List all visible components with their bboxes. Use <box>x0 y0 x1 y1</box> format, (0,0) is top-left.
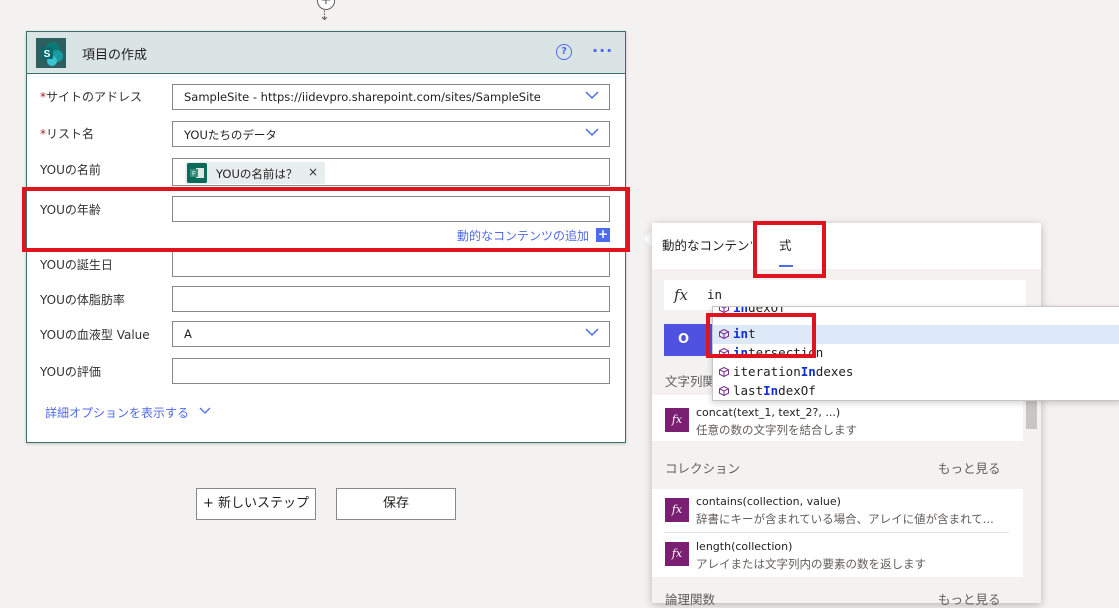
birthday-label: YOUの誕生日 <box>40 258 113 272</box>
highlight-box <box>753 221 826 278</box>
new-step-button[interactable]: + 新しいステップ <box>196 488 316 520</box>
list-name-label: *リスト名 <box>40 125 94 142</box>
function-cube-icon <box>719 367 729 377</box>
scrollbar[interactable] <box>1023 393 1041 603</box>
autocomplete-text: lastIndexOf <box>733 383 816 398</box>
category-title-string: 文字列関 <box>665 374 716 389</box>
function-icon: fx <box>665 498 689 522</box>
category-title-collection: コレクション <box>665 461 741 476</box>
chevron-down-icon[interactable] <box>585 88 599 102</box>
site-address-label-text: サイトのアドレス <box>46 90 143 104</box>
chevron-down-icon[interactable] <box>585 125 599 139</box>
list-name-value: YOUたちのデータ <box>184 128 277 142</box>
arrow-down-icon: ⇣ <box>319 9 330 24</box>
site-address-label: *サイトのアドレス <box>40 88 142 105</box>
body-fat-input[interactable] <box>172 286 610 312</box>
birthday-input[interactable] <box>172 251 610 277</box>
highlight-box <box>22 187 630 252</box>
token-label: YOUの名前は？ <box>216 167 298 181</box>
rating-label: YOUの評価 <box>40 365 101 379</box>
chevron-down-icon[interactable] <box>199 405 211 417</box>
sharepoint-icon: S <box>36 38 66 68</box>
expression-text: in <box>707 287 723 302</box>
fx-icon: fx <box>674 286 689 304</box>
function-item[interactable]: fx concat(text_1, text_2?, ...) 任意の数の文字列… <box>652 395 1023 441</box>
body-fat-label: YOUの体脂肪率 <box>40 293 125 307</box>
function-description: 任意の数の文字列を結合します <box>696 423 857 437</box>
list-name-label-text: リスト名 <box>46 127 95 141</box>
rating-input[interactable] <box>172 358 610 384</box>
function-icon: fx <box>665 542 689 566</box>
chevron-down-icon[interactable] <box>585 325 599 339</box>
highlight-box <box>706 313 816 358</box>
blood-type-label: YOUの血液型 Value <box>40 328 150 342</box>
function-name[interactable]: contains(collection, value) <box>696 495 841 508</box>
see-more-link[interactable]: もっと見る <box>938 589 1001 608</box>
save-button[interactable]: 保存 <box>336 488 456 520</box>
list-name-dropdown[interactable]: YOUたちのデータ <box>172 121 610 147</box>
site-address-value: SampleSite - https://iidevpro.sharepoint… <box>184 90 541 104</box>
divider <box>664 532 1009 533</box>
category-title-logic: 論理関数 <box>665 592 716 607</box>
function-icon: fx <box>665 408 689 432</box>
autocomplete-text: iterationIndexes <box>733 364 854 379</box>
function-description: 辞書にキーが含まれている場合、アレイに値が含まれて... <box>696 512 994 526</box>
close-icon[interactable]: × <box>308 165 318 179</box>
dynamic-token[interactable]: F YOUの名前は？ × <box>185 162 325 184</box>
card-title: 項目の作成 <box>82 48 148 63</box>
card-header[interactable]: S 項目の作成 ? ··· <box>27 32 625 74</box>
show-advanced-options-link[interactable]: 詳細オプションを表示する <box>45 404 189 421</box>
tab-dynamic-content[interactable]: 動的なコンテンツ <box>662 235 752 254</box>
more-options-icon[interactable]: ··· <box>592 41 613 60</box>
dynamic-content-flyout: 動的なコンテンツ 式 fx in O 文字列関 fx concat(text_1… <box>652 223 1041 607</box>
help-icon[interactable]: ? <box>556 44 572 60</box>
name-input[interactable]: F YOUの名前は？ × <box>172 158 610 186</box>
autocomplete-item[interactable]: lastIndexOf <box>713 382 1119 400</box>
function-list: fx contains(collection, value) 辞書にキーが含まれ… <box>652 489 1023 577</box>
site-address-dropdown[interactable]: SampleSite - https://iidevpro.sharepoint… <box>172 84 610 110</box>
autocomplete-item[interactable]: iterationIndexes <box>713 363 1119 382</box>
function-description: アレイまたは文字列内の要素の数を返します <box>696 557 926 571</box>
function-name: concat(text_1, text_2?, ...) <box>696 406 841 419</box>
svg-text:S: S <box>44 49 51 60</box>
svg-text:F: F <box>192 172 196 178</box>
see-more-link[interactable]: もっと見る <box>938 458 1001 477</box>
name-label: YOUの名前 <box>40 163 101 177</box>
function-cube-icon <box>719 386 729 396</box>
function-name[interactable]: length(collection) <box>696 540 792 553</box>
blood-type-value: A <box>184 327 192 341</box>
function-cube-icon <box>719 307 729 313</box>
blood-type-dropdown[interactable]: A <box>172 321 610 347</box>
excel-forms-icon: F <box>187 163 207 183</box>
